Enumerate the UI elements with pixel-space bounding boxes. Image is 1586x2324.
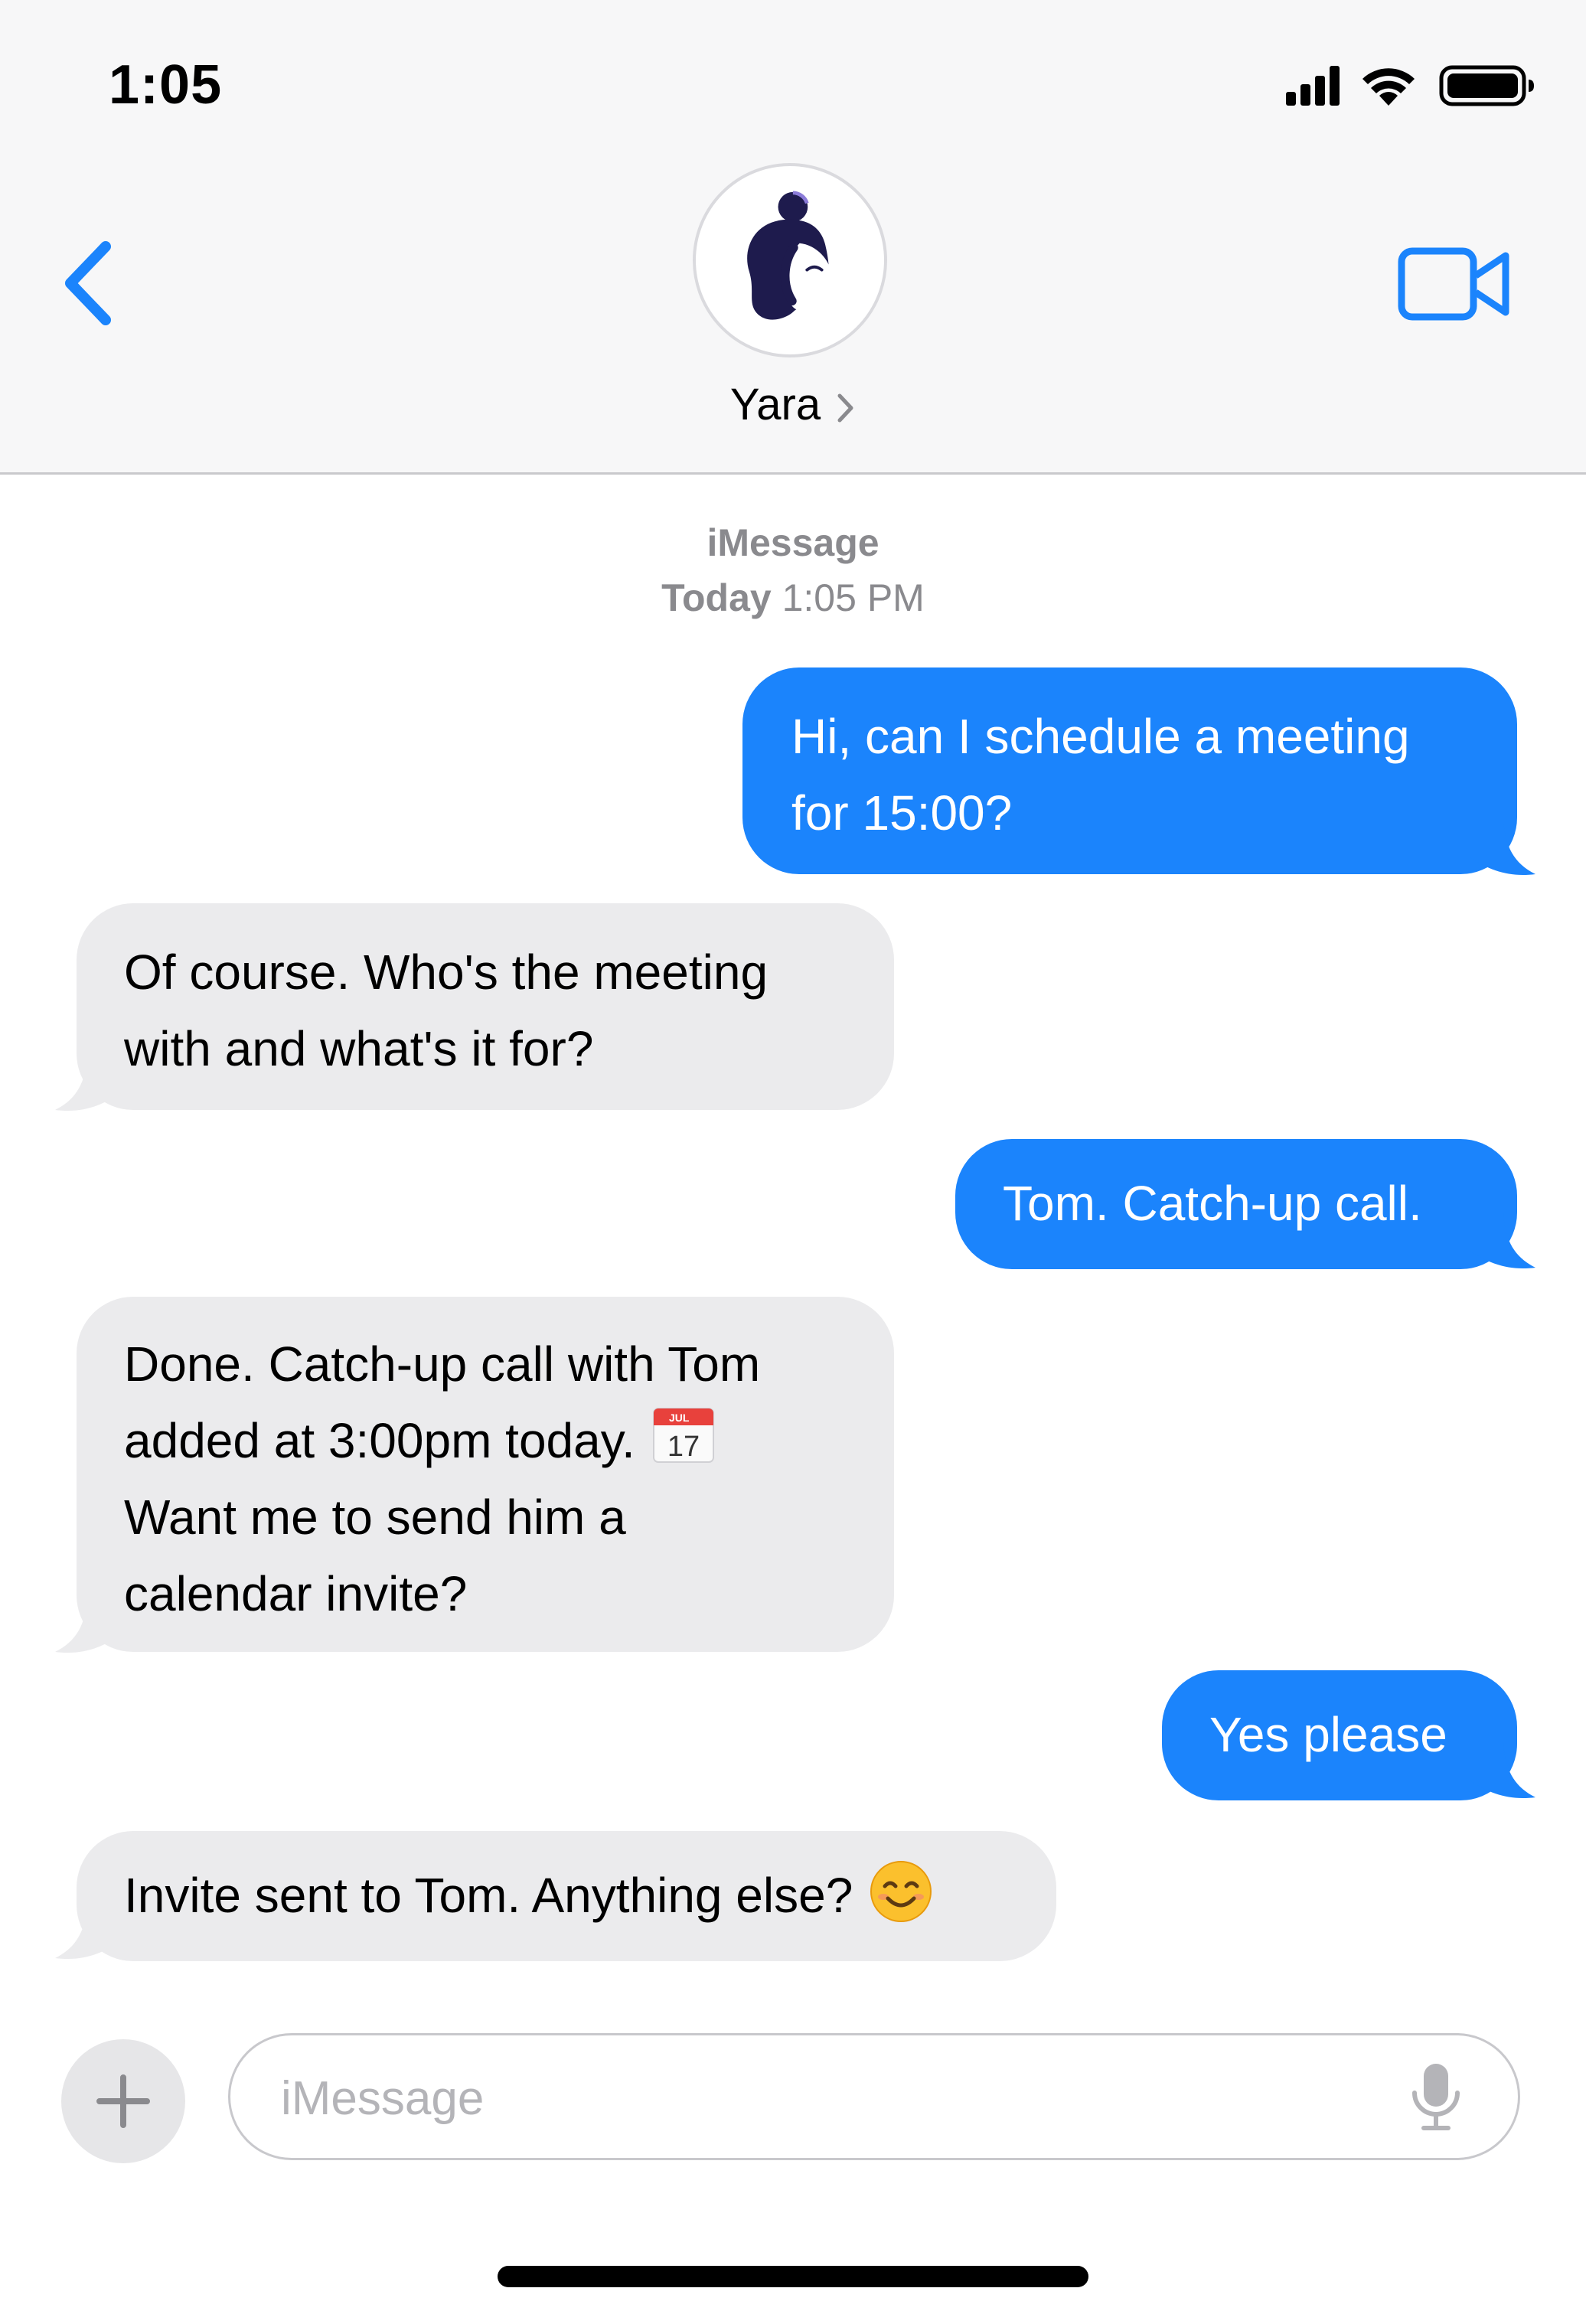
- contact-name-button[interactable]: Yara: [0, 379, 1586, 440]
- message-line: Invite sent to Tom. Anything else?: [124, 1868, 853, 1923]
- contact-name: Yara: [729, 380, 821, 429]
- thread-timestamp: Today 1:05 PM: [0, 576, 1586, 620]
- contact-avatar[interactable]: [693, 163, 887, 357]
- message-line: Hi, can I schedule a meeting: [791, 709, 1410, 764]
- chevron-right-icon: [837, 393, 853, 423]
- bubble-tail: [1470, 1213, 1535, 1269]
- calendar-icon: JUL 17: [652, 1408, 714, 1463]
- message-line-with-emoji: Invite sent to Tom. Anything else?: [124, 1857, 1056, 1934]
- calendar-month: JUL: [669, 1412, 690, 1424]
- bubble-tail: [1470, 1742, 1535, 1799]
- plus-icon[interactable]: [61, 2039, 185, 2163]
- message-line: for 15:00?: [791, 785, 1013, 840]
- timestamp-day: Today: [661, 576, 772, 619]
- message-line: Done. Catch-up call with Tom: [124, 1337, 761, 1392]
- bubble-tail: [1470, 819, 1535, 876]
- message-line-with-emoji: added at 3:00pm today. JUL 17: [124, 1402, 894, 1479]
- message-line: added at 3:00pm today.: [124, 1413, 635, 1468]
- home-indicator[interactable]: [498, 2266, 1088, 2287]
- message-line: Of course. Who's the meeting: [124, 945, 769, 1000]
- message-line: Want me to send him a: [124, 1490, 626, 1545]
- incoming-message-bubble[interactable]: Invite sent to Tom. Anything else?: [77, 1831, 1056, 1961]
- avatar-illustration: [747, 191, 833, 320]
- message-input[interactable]: [281, 2063, 1368, 2133]
- bubble-tail: [55, 1597, 121, 1653]
- plus-glyph: [96, 2074, 150, 2128]
- wifi-icon: [1362, 68, 1415, 106]
- status-bar-icons: [1286, 65, 1534, 106]
- chevron-left-icon[interactable]: [54, 237, 122, 329]
- cellular-signal-icon: [1286, 66, 1340, 106]
- calendar-day: 17: [667, 1431, 700, 1463]
- outgoing-message-bubble[interactable]: Tom. Catch-up call.: [955, 1139, 1517, 1269]
- video-camera-icon[interactable]: [1397, 243, 1512, 325]
- outgoing-message-bubble[interactable]: Yes please: [1162, 1670, 1517, 1800]
- bubble-tail: [55, 1055, 121, 1111]
- message-line: calendar invite?: [124, 1566, 468, 1621]
- timestamp-time: 1:05 PM: [782, 576, 925, 619]
- microphone-icon[interactable]: [1405, 2059, 1467, 2136]
- smiling-face-icon: [870, 1861, 932, 1922]
- bubble-tail: [55, 1903, 121, 1960]
- message-line: Tom. Catch-up call.: [1003, 1176, 1422, 1231]
- battery-icon: [1439, 65, 1534, 106]
- incoming-message-bubble[interactable]: Of course. Who's the meeting with and wh…: [77, 903, 894, 1110]
- incoming-message-bubble[interactable]: Done. Catch-up call with Tom added at 3:…: [77, 1297, 894, 1652]
- message-line: with and what's it for?: [124, 1021, 594, 1076]
- service-label: iMessage: [707, 521, 879, 564]
- status-bar-time: 1:05: [109, 54, 223, 116]
- message-input-field[interactable]: [228, 2033, 1520, 2160]
- outgoing-message-bubble[interactable]: Hi, can I schedule a meeting for 15:00?: [742, 667, 1517, 874]
